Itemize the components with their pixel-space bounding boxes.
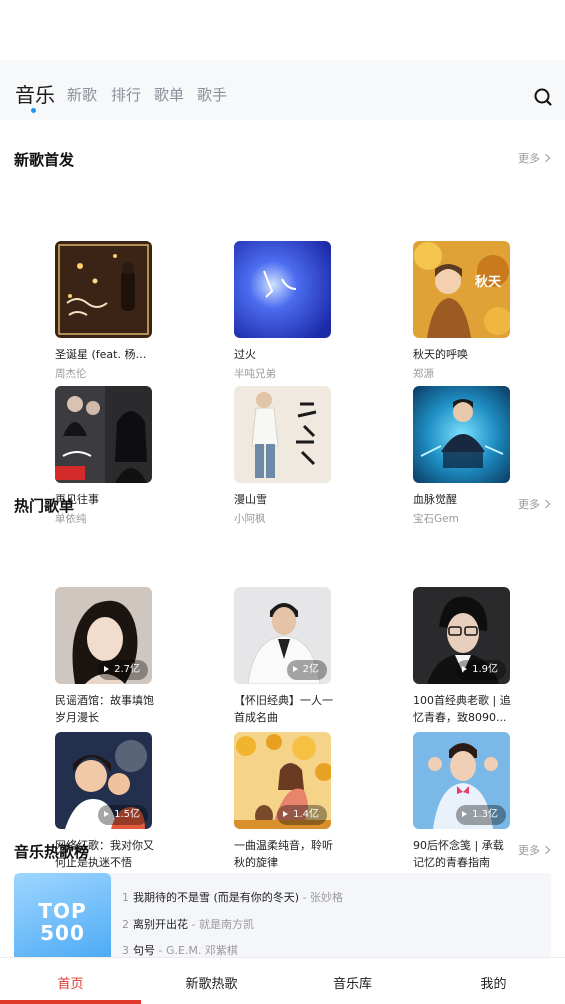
- tab-music[interactable]: 音乐: [15, 79, 55, 108]
- status-bar: [0, 0, 565, 60]
- chart-row[interactable]: 3 句号 - G.E.M. 邓紫棋: [122, 942, 238, 958]
- play-count: 2.7亿: [114, 664, 140, 675]
- playlist-card[interactable]: 1.4亿 一曲温柔纯音，聆听秋的旋律: [234, 732, 334, 871]
- chart-rank: 3: [122, 944, 129, 957]
- album-cover: [55, 241, 152, 338]
- song-card[interactable]: 过火 半吨兄弟: [234, 241, 334, 381]
- song-card[interactable]: 漫山雪 小阿枫: [234, 386, 334, 526]
- chart-rank: 2: [122, 918, 129, 931]
- play-count-badge: 1.9亿: [456, 660, 506, 680]
- chevron-right-icon: [541, 153, 551, 163]
- more-label: 更多: [518, 498, 540, 511]
- play-count-badge: 1.3亿: [456, 805, 506, 825]
- song-title: 过火: [234, 348, 256, 361]
- song-artist: 小阿枫: [234, 513, 266, 525]
- chevron-right-icon: [541, 845, 551, 855]
- song-title: 秋天的呼唤: [413, 348, 468, 361]
- nav-new-hot-songs[interactable]: 新歌热歌: [141, 973, 282, 992]
- active-nav-indicator: [0, 1000, 141, 1004]
- song-artist: 周杰伦: [55, 368, 87, 380]
- song-card[interactable]: 血脉觉醒 宝石Gem: [413, 386, 513, 526]
- play-icon: [462, 666, 468, 672]
- chart-song: 我期待的不是雪 (而是有你的冬天): [133, 891, 300, 904]
- active-tab-indicator: [31, 108, 36, 113]
- hot-chart-card[interactable]: TOP 500 1 我期待的不是雪 (而是有你的冬天) - 张妙格 2 离别开出花 …: [14, 873, 551, 963]
- playlist-title: 100首经典老歌 | 追忆青春，致8090...: [413, 694, 511, 724]
- tab-artists[interactable]: 歌手: [197, 84, 227, 105]
- play-count-badge: 1.4亿: [277, 805, 327, 825]
- play-icon: [292, 666, 298, 672]
- song-artist: 郑源: [413, 368, 434, 380]
- section-title-hot-chart: 音乐热歌榜: [14, 843, 90, 861]
- play-count: 1.5亿: [114, 809, 140, 820]
- chart-song: 离别开出花: [133, 918, 188, 931]
- more-label: 更多: [518, 152, 540, 165]
- more-new-songs-link[interactable]: 更多: [518, 150, 551, 166]
- play-icon: [283, 811, 289, 817]
- playlist-cover: 2亿: [234, 587, 331, 684]
- more-hot-playlists-link[interactable]: 更多: [518, 496, 551, 512]
- chart-artist: - G.E.M. 邓紫棋: [155, 944, 238, 957]
- album-cover: 秋天: [413, 241, 510, 338]
- play-count: 1.9亿: [472, 664, 498, 675]
- playlist-title: 90后怀念笺 | 承载记忆的青春指南: [413, 839, 504, 869]
- tab-playlists[interactable]: 歌单: [154, 84, 184, 105]
- play-count-badge: 2.7亿: [98, 660, 148, 680]
- more-label: 更多: [518, 844, 540, 857]
- song-artist: 半吨兄弟: [234, 368, 276, 380]
- playlist-title: 一曲温柔纯音，聆听秋的旋律: [234, 839, 333, 869]
- nav-music-library[interactable]: 音乐库: [282, 973, 423, 992]
- playlist-cover: 1.5亿: [55, 732, 152, 829]
- playlist-card[interactable]: 1.9亿 100首经典老歌 | 追忆青春，致8090...: [413, 587, 513, 726]
- chevron-right-icon: [541, 499, 551, 509]
- album-cover: [234, 241, 331, 338]
- nav-mine[interactable]: 我的: [423, 973, 564, 992]
- tab-new-songs[interactable]: 新歌: [67, 84, 97, 105]
- play-icon: [104, 811, 110, 817]
- chart-cover: TOP 500: [14, 873, 111, 963]
- song-card[interactable]: 秋天 秋天的呼唤 郑源: [413, 241, 513, 381]
- play-icon: [104, 666, 110, 672]
- nav-home[interactable]: 首页: [0, 973, 141, 992]
- album-cover: [55, 386, 152, 483]
- playlist-card[interactable]: 2.7亿 民谣酒馆：故事填饱岁月漫长: [55, 587, 155, 726]
- more-hot-chart-link[interactable]: 更多: [518, 842, 551, 858]
- playlist-card[interactable]: 1.3亿 90后怀念笺 | 承载记忆的青春指南: [413, 732, 513, 871]
- chart-row[interactable]: 2 离别开出花 - 就是南方凯: [122, 916, 254, 932]
- play-count-badge: 1.5亿: [98, 805, 148, 825]
- tab-rankings[interactable]: 排行: [111, 84, 141, 105]
- section-title-new-songs: 新歌首发: [14, 151, 75, 169]
- playlist-title: 【怀旧经典】一人一首成名曲: [234, 694, 333, 724]
- chart-song: 句号: [133, 944, 155, 957]
- playlist-card[interactable]: 2亿 【怀旧经典】一人一首成名曲: [234, 587, 334, 726]
- play-count-badge: 2亿: [286, 660, 327, 680]
- playlist-cover: 2.7亿: [55, 587, 152, 684]
- chart-row[interactable]: 1 我期待的不是雪 (而是有你的冬天) - 张妙格: [122, 889, 343, 905]
- playlist-title: 民谣酒馆：故事填饱岁月漫长: [55, 694, 154, 724]
- album-cover: [413, 386, 510, 483]
- play-count: 1.4亿: [293, 809, 319, 820]
- chart-cover-number: 500: [40, 921, 85, 945]
- song-title: 圣诞星 (feat. 杨瑞代): [55, 348, 155, 361]
- chart-artist: - 就是南方凯: [188, 918, 254, 931]
- chart-cover-top: TOP: [38, 899, 87, 923]
- chart-rank: 1: [122, 891, 129, 904]
- svg-text:秋天: 秋天: [475, 274, 502, 290]
- playlist-cover: 1.3亿: [413, 732, 510, 829]
- top-nav: 音乐 新歌 排行 歌单 歌手: [0, 60, 565, 120]
- play-icon: [462, 811, 468, 817]
- song-title: 漫山雪: [234, 493, 267, 506]
- chart-artist: - 张妙格: [299, 891, 344, 904]
- bottom-nav: 首页 新歌热歌 音乐库 我的: [0, 957, 565, 1004]
- album-cover: [234, 386, 331, 483]
- play-count: 1.3亿: [472, 809, 498, 820]
- song-artist: 宝石Gem: [413, 513, 459, 525]
- playlist-cover: 1.4亿: [234, 732, 331, 829]
- search-icon[interactable]: [533, 87, 553, 107]
- song-title: 血脉觉醒: [413, 493, 457, 506]
- playlist-cover: 1.9亿: [413, 587, 510, 684]
- play-count: 2亿: [302, 664, 319, 675]
- section-title-hot-playlists: 热门歌单: [14, 497, 75, 515]
- song-card[interactable]: 圣诞星 (feat. 杨瑞代) 周杰伦: [55, 241, 155, 381]
